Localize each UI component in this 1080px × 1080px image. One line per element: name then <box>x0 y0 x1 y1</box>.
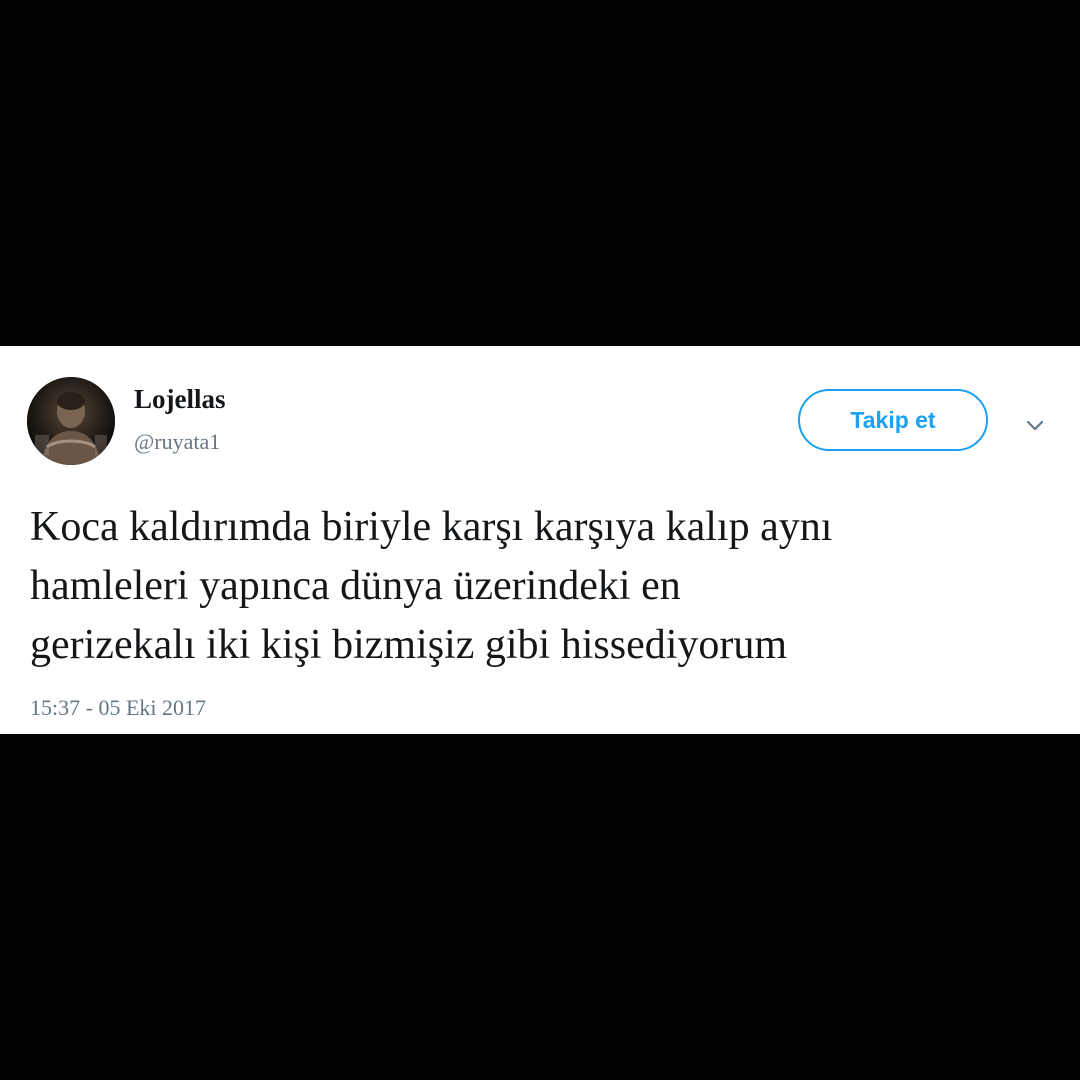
display-name[interactable]: Lojellas <box>134 382 226 416</box>
tweet-text: Koca kaldırımda biriyle karşı karşıya ka… <box>30 504 833 668</box>
image-frame: Lojellas @ruyata1 Takip et Koca kaldırım… <box>0 0 1080 1080</box>
profile-photo-icon[interactable] <box>27 377 115 465</box>
chevron-down-icon[interactable] <box>1022 412 1048 438</box>
user-handle[interactable]: @ruyata1 <box>134 428 220 456</box>
follow-button[interactable]: Takip et <box>798 389 988 451</box>
tweet-timestamp[interactable]: 15:37 - 05 Eki 2017 <box>30 693 206 723</box>
avatar-image <box>27 377 115 465</box>
